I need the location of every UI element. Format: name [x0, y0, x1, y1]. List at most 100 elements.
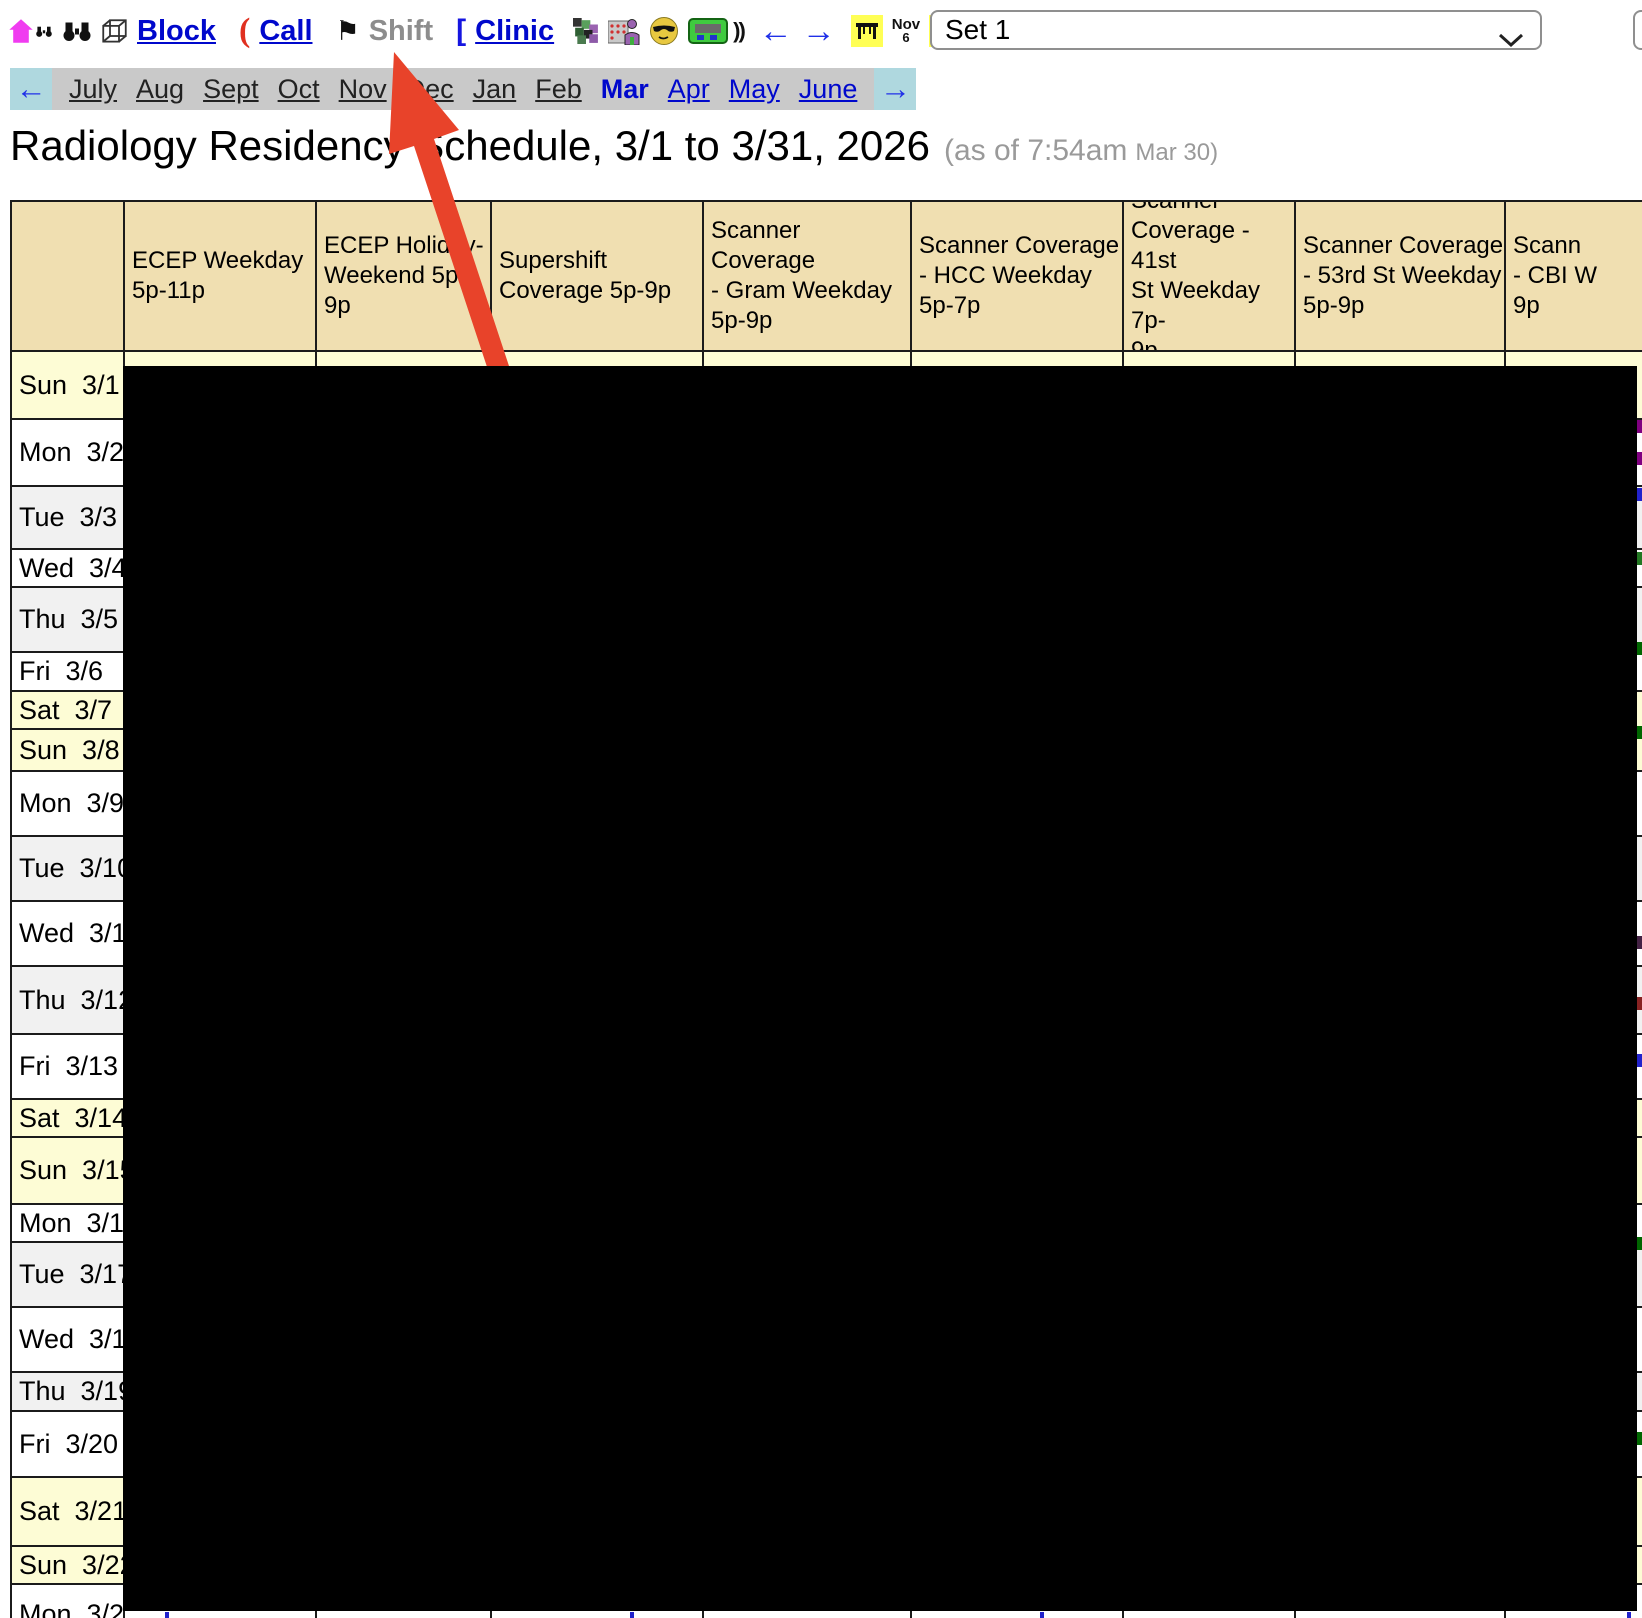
text-fragment [1637, 997, 1642, 1010]
month-jan[interactable]: Jan [473, 74, 517, 105]
home-icon[interactable] [8, 18, 34, 44]
day-label: Mon [19, 1207, 72, 1238]
day-label: Sun [19, 1549, 68, 1580]
column-header: ECEP Weekday 5p-11p [123, 200, 317, 352]
date-cell: Sun 3/22 [10, 1545, 125, 1585]
date-cell: Tue 3/3 [10, 485, 125, 550]
month-sept[interactable]: Sept [203, 74, 259, 105]
day-label: Mon [19, 437, 72, 467]
date-cell: Sun 3/1 [10, 350, 125, 420]
call-paren-icon[interactable]: ( [239, 14, 250, 48]
month-june[interactable]: June [799, 74, 858, 105]
day-label: Sun [19, 369, 68, 400]
month-apr[interactable]: Apr [668, 74, 710, 105]
date-label: 3/21 [74, 1496, 125, 1526]
sunglasses-smiley-icon[interactable] [649, 16, 679, 46]
text-fragment [1637, 1054, 1642, 1067]
schedule-set-select[interactable]: Set 1 [930, 10, 1542, 50]
month-aug[interactable]: Aug [136, 74, 184, 105]
edge-select-fragment[interactable] [1633, 10, 1642, 50]
day-label: Sat [19, 1102, 60, 1133]
mosaic-icon[interactable] [573, 18, 599, 44]
day-label: Thu [19, 984, 66, 1015]
month-may[interactable]: May [729, 74, 780, 105]
day-label: Fri [19, 1428, 51, 1459]
mini-binoculars-icon[interactable] [35, 25, 53, 38]
date-label: 3/1 [82, 369, 120, 400]
pager-icon[interactable] [688, 17, 729, 45]
text-fragment [1040, 1612, 1044, 1618]
table-view-icon[interactable] [850, 15, 883, 47]
date-label: 3/17 [79, 1259, 123, 1289]
column-header: Scann - CBI W 9p [1504, 200, 1642, 352]
as-of-timestamp: (as of 7:54am [943, 134, 1128, 167]
date-label: 3/11 [89, 918, 125, 948]
text-fragment [1637, 552, 1642, 565]
day-label: Sun [19, 734, 68, 765]
block-link[interactable]: Block [137, 15, 216, 48]
chevron-down-icon [1498, 23, 1524, 55]
forward-arrow-icon[interactable]: → [802, 14, 836, 48]
date-label: 3/13 [65, 1051, 119, 1081]
redaction-box [123, 366, 1637, 1611]
month-feb[interactable]: Feb [535, 74, 582, 105]
date-label: 3/18 [89, 1324, 123, 1354]
date-label: 3/19 [80, 1376, 123, 1406]
month-oct[interactable]: Oct [278, 74, 320, 105]
back-arrow-icon[interactable]: ← [759, 14, 793, 48]
as-of-date: Mar 30) [1135, 139, 1219, 166]
day-label: Tue [19, 1259, 65, 1289]
column-header: ECEP Holiday- Weekend 5p-9p [315, 200, 492, 352]
date-label: 3/8 [82, 734, 120, 765]
date-label: 3/3 [79, 502, 118, 532]
month-dec[interactable]: Dec [406, 74, 454, 105]
date-cell: Wed 3/4 [10, 548, 125, 588]
date-label: 3/16 [86, 1207, 125, 1238]
text-fragment [1637, 1237, 1642, 1250]
column-header: Scanner Coverage - 41st St Weekday 7p- 9… [1122, 200, 1296, 352]
date-cell: Mon 3/2 [10, 418, 125, 487]
date-label: 3/2 [86, 437, 125, 467]
clinic-link[interactable]: Clinic [475, 15, 554, 48]
day-label: Wed [19, 918, 75, 948]
text-fragment [1637, 936, 1642, 949]
call-link[interactable]: Call [259, 15, 312, 48]
block-cube-icon[interactable] [101, 18, 128, 45]
day-label: Wed [19, 1324, 75, 1354]
date-cell: Mon 3/16 [10, 1203, 125, 1243]
text-fragment [1637, 1432, 1642, 1445]
day-label: Mon [19, 1598, 72, 1618]
text-fragment [630, 1612, 634, 1618]
date-cell: Sun 3/15 [10, 1136, 125, 1205]
month-july[interactable]: July [69, 74, 117, 105]
date-jump-icon[interactable]: Nov 6 [892, 17, 920, 44]
date-cell: Wed 3/18 [10, 1306, 125, 1373]
date-cell: Fri 3/6 [10, 651, 125, 692]
date-label: 3/10 [79, 853, 123, 883]
binoculars-icon[interactable] [62, 21, 92, 42]
text-fragment [1637, 726, 1642, 739]
day-label: Fri [19, 1051, 51, 1081]
date-cell: Mon 3/23 [10, 1583, 125, 1618]
clinic-bracket-icon[interactable]: [ [456, 16, 466, 46]
schedule-title: Radiology Residency Schedule, 3/1 to 3/3… [10, 122, 930, 169]
pager-sound-label: )) [733, 18, 746, 43]
left-arrow-icon: ← [15, 71, 47, 106]
page: Block ( Call ⚑ Shift [ Clinic )) ← → Nov… [0, 0, 1642, 1618]
day-label: Sat [19, 1496, 60, 1526]
shift-current-label: Shift [368, 14, 434, 47]
date-label: 3/14 [74, 1102, 125, 1133]
date-label: 3/15 [82, 1155, 123, 1185]
day-label: Thu [19, 1376, 66, 1406]
text-fragment [1637, 642, 1642, 655]
month-nov[interactable]: Nov [339, 74, 387, 105]
next-year-button[interactable]: → [874, 68, 917, 110]
shift-flag-icon[interactable]: ⚑ [336, 17, 360, 45]
prev-year-button[interactable]: ← [10, 68, 52, 110]
staff-grid-icon[interactable] [607, 17, 640, 46]
date-cell: Sun 3/8 [10, 728, 125, 772]
date-label: 3/9 [86, 788, 125, 818]
date-cell: Tue 3/10 [10, 835, 125, 902]
day-label: Thu [19, 604, 66, 634]
column-header: Scanner Coverage - HCC Weekday 5p-7p [910, 200, 1124, 352]
